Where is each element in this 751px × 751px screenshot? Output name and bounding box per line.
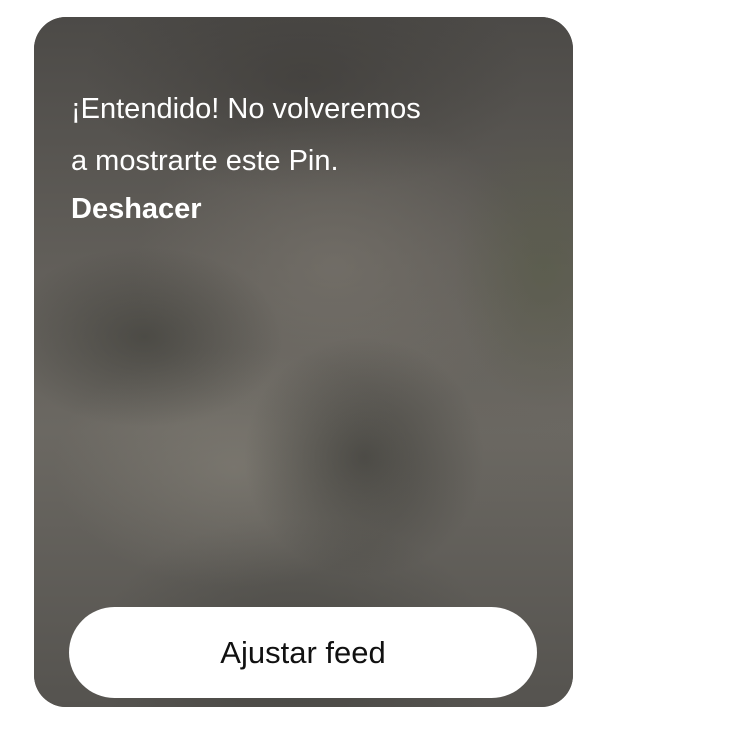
page: ¡Entendido! No volveremos a mostrarte es… — [0, 0, 751, 751]
hidden-pin-message: ¡Entendido! No volveremos a mostrarte es… — [71, 93, 421, 177]
undo-button[interactable]: Deshacer — [71, 189, 202, 229]
adjust-feed-button[interactable]: Ajustar feed — [69, 607, 537, 698]
hidden-pin-card: ¡Entendido! No volveremos a mostrarte es… — [34, 17, 573, 707]
